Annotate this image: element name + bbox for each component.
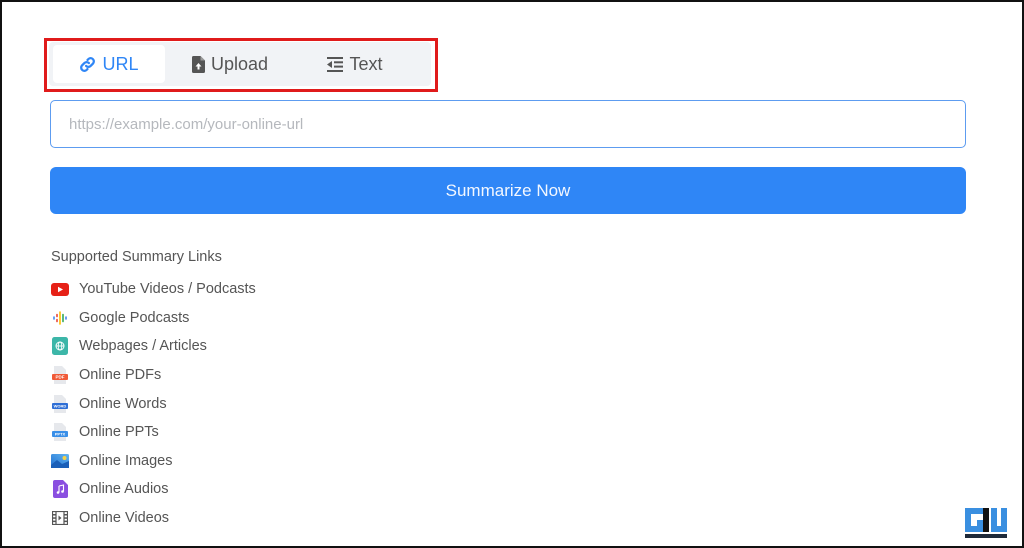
list-item-label: Webpages / Articles bbox=[79, 338, 207, 355]
tabs-highlight-annotation bbox=[44, 38, 438, 92]
list-item-label: Online Words bbox=[79, 395, 167, 412]
list-item: Online Audios bbox=[51, 475, 256, 504]
list-item-label: Google Podcasts bbox=[79, 309, 190, 326]
google-podcasts-icon bbox=[51, 309, 69, 327]
list-item: PPTX Online PPTs bbox=[51, 418, 256, 447]
summarize-now-button[interactable]: Summarize Now bbox=[50, 167, 966, 214]
list-item: WORD Online Words bbox=[51, 389, 256, 418]
audio-file-icon bbox=[51, 480, 69, 499]
pptx-file-icon: PPTX bbox=[51, 423, 69, 442]
list-item-label: YouTube Videos / Podcasts bbox=[79, 281, 256, 298]
list-item: YouTube Videos / Podcasts bbox=[51, 275, 256, 304]
list-item: Google Podcasts bbox=[51, 304, 256, 333]
word-file-icon: WORD bbox=[51, 394, 69, 413]
gadgets-to-use-watermark-logo bbox=[963, 506, 1009, 540]
supported-links-title: Supported Summary Links bbox=[51, 249, 222, 265]
list-item: Online Images bbox=[51, 447, 256, 476]
image-icon bbox=[51, 452, 69, 470]
svg-text:PPTX: PPTX bbox=[55, 432, 66, 437]
pdf-file-icon: PDF bbox=[51, 366, 69, 385]
webpage-icon bbox=[51, 337, 69, 356]
video-film-icon bbox=[51, 509, 69, 527]
youtube-icon bbox=[51, 280, 69, 298]
list-item: Online Videos bbox=[51, 504, 256, 533]
list-item-label: Online Videos bbox=[79, 510, 170, 527]
list-item-label: Online Audios bbox=[79, 481, 169, 498]
supported-links-list: YouTube Videos / Podcasts Google Podcast… bbox=[51, 275, 256, 532]
url-input[interactable] bbox=[50, 100, 966, 148]
svg-text:PDF: PDF bbox=[56, 375, 65, 380]
list-item: Webpages / Articles bbox=[51, 332, 256, 361]
list-item-label: Online Images bbox=[79, 452, 173, 469]
list-item-label: Online PDFs bbox=[79, 367, 162, 384]
list-item-label: Online PPTs bbox=[79, 424, 159, 441]
svg-text:WORD: WORD bbox=[54, 403, 67, 408]
list-item: PDF Online PDFs bbox=[51, 361, 256, 390]
